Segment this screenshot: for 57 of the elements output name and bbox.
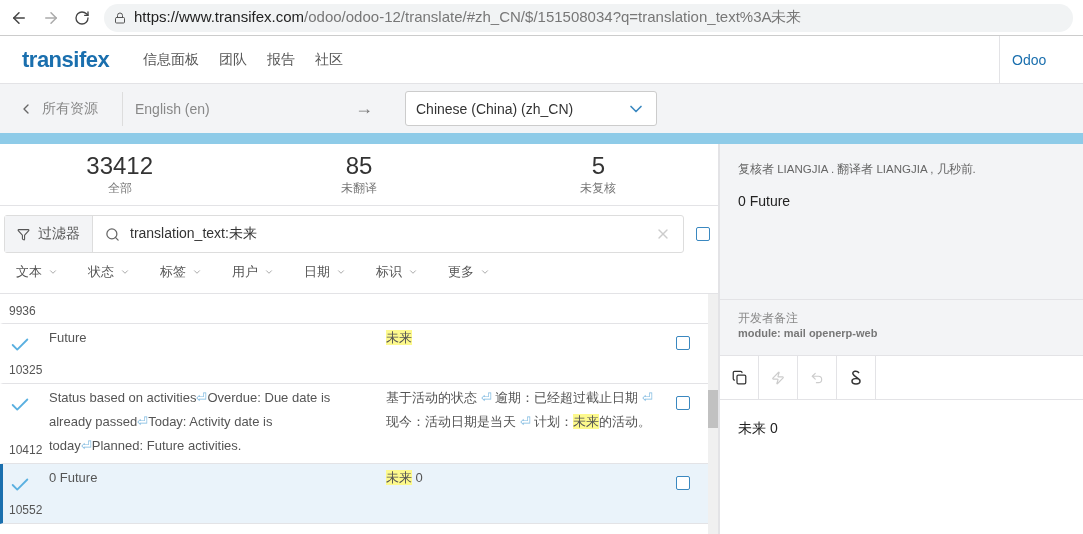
string-id: 10325 — [9, 363, 44, 377]
translation-text: 未来 0 — [386, 469, 424, 487]
logo[interactable]: transifex — [22, 46, 110, 73]
select-all-checkbox[interactable] — [696, 227, 710, 241]
facet-dropdown[interactable]: 更多 — [448, 263, 520, 281]
nav-link[interactable]: 团队 — [219, 50, 248, 69]
string-id: 10412 — [9, 443, 44, 457]
translation-editor[interactable]: 未来 0 — [720, 400, 1083, 534]
facet-dropdown[interactable]: 状态 — [88, 263, 160, 281]
stat-label: 全部 — [107, 180, 132, 197]
stat-label: 未复核 — [580, 180, 617, 197]
translation-text: 基于活动的状态 ⏎ 逾期：已经超过截止日期 ⏎ 现今：活动日期是当天 ⏎ 计划：未来的活动。 — [386, 389, 654, 431]
notes-title: 开发者备注 — [738, 310, 799, 327]
scrollbar[interactable] — [708, 294, 718, 534]
facet-dropdown[interactable]: 文本 — [16, 263, 88, 281]
arrow-icon: → — [355, 98, 405, 119]
organization-link[interactable]: Odoo — [999, 36, 1083, 83]
chevron-down-icon — [48, 267, 58, 277]
string-id: 9936 — [9, 304, 37, 318]
source-language: English (en) — [135, 100, 211, 117]
nav-link[interactable]: 信息面板 — [143, 50, 200, 69]
facet-dropdown[interactable]: 日期 — [304, 263, 376, 281]
string-id: 10552 — [9, 503, 44, 517]
source-text: 0 Future — [49, 469, 99, 487]
chevron-down-icon — [264, 267, 274, 277]
facet-dropdown[interactable]: 标识 — [376, 263, 448, 281]
source-text: Status based on activities⏎Overdue: Due date is already passed⏎Today: Activity date is today⏎Planned: Future activities. — [49, 389, 332, 455]
stat-value: 33412 — [86, 152, 154, 180]
search-field[interactable]: translation_text:未来 — [93, 216, 683, 252]
source-text: Future — [49, 329, 88, 347]
history-text: 复核者 LIANGJIA . 翻译者 LIANGJIA , 几秒前. — [738, 162, 977, 177]
stat-value: 85 — [345, 152, 373, 180]
row-checkbox[interactable] — [676, 396, 690, 410]
nav-link[interactable]: 社区 — [315, 50, 344, 69]
lock-icon — [114, 11, 126, 24]
current-translation: 0 Future — [738, 193, 792, 209]
nav-link[interactable]: 报告 — [267, 50, 296, 69]
filter-icon — [17, 227, 30, 241]
address-bar[interactable]: https://www.transifex.com/odoo/odoo-12/translate/#zh_CN/$/151508034?q=translation_text%3A未来 — [104, 3, 1073, 32]
row-checkbox[interactable] — [676, 476, 690, 490]
reload-icon[interactable] — [74, 9, 90, 26]
facet-dropdown[interactable]: 标签 — [160, 263, 232, 281]
chevron-down-icon — [192, 267, 202, 277]
row-checkbox[interactable] — [676, 336, 690, 350]
facet-dropdown[interactable]: 用户 — [232, 263, 304, 281]
stat-label: 未翻译 — [341, 180, 377, 197]
chevron-down-icon — [120, 267, 130, 277]
chevron-down-icon — [336, 267, 346, 277]
chevron-down-icon — [408, 267, 418, 277]
notes-text: module: mail openerp-web — [738, 327, 879, 339]
target-language-select[interactable]: Chinese (China) (zh_CN) — [405, 91, 657, 126]
chevron-down-icon — [480, 267, 490, 277]
filter-button[interactable]: 过滤器 — [5, 216, 93, 252]
string-row[interactable]: 10552 0 Future 未来 0 — [0, 464, 708, 524]
search-icon — [105, 226, 120, 242]
stat-value: 5 — [591, 152, 605, 180]
translation-text: 未来 — [386, 329, 413, 347]
